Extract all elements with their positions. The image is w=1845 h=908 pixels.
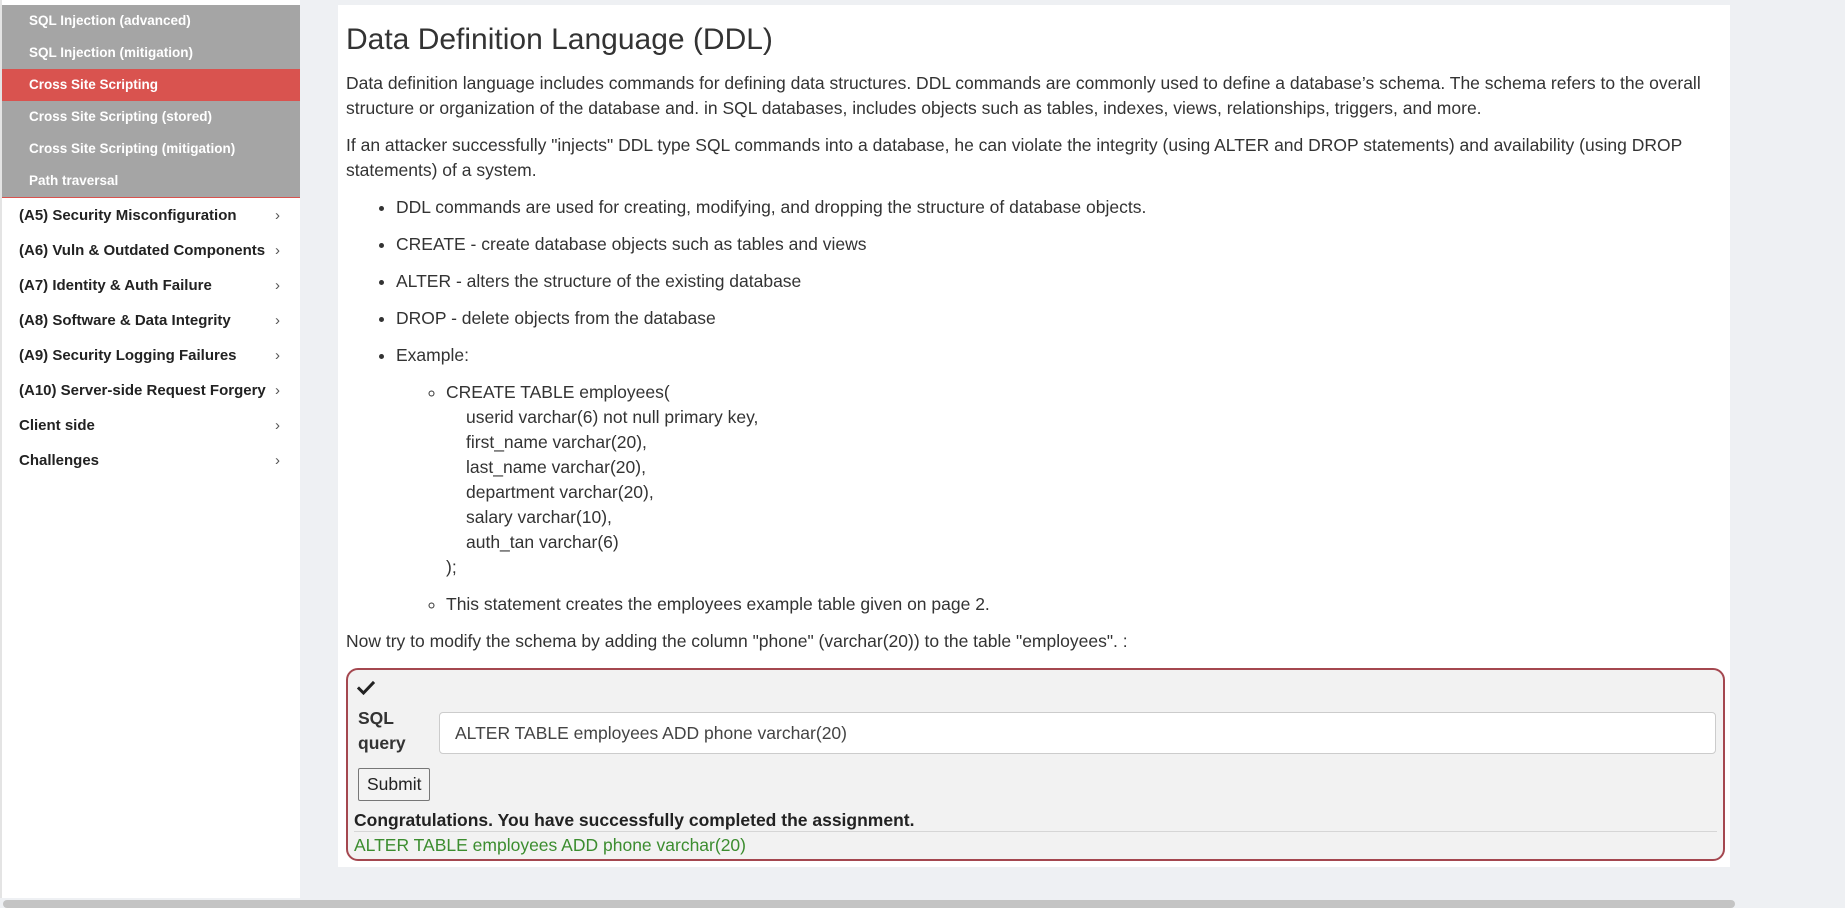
chevron-right-icon: › (275, 242, 280, 259)
sidebar-item-label: (A8) Software & Data Integrity (19, 312, 231, 329)
sidebar-item-a7-identity-auth-failure[interactable]: (A7) Identity & Auth Failure › (2, 268, 300, 303)
code-line: department varchar(20), (466, 482, 654, 502)
submenu-item-sql-injection-mitigation[interactable]: SQL Injection (mitigation) (2, 37, 300, 69)
assignment-form: SQL query Submit Congratulations. You ha… (346, 668, 1725, 861)
list-item: ALTER - alters the structure of the exis… (396, 269, 1722, 294)
submit-button[interactable]: Submit (358, 768, 431, 801)
sql-query-label: SQL query (358, 708, 406, 753)
divider (354, 831, 1717, 832)
feedback-message: Congratulations. You have successfully c… (354, 810, 915, 830)
sidebar-item-label: (A5) Security Misconfiguration (19, 207, 237, 224)
code-line: salary varchar(10), (466, 507, 612, 527)
sidebar-item-label: (A7) Identity & Auth Failure (19, 277, 212, 294)
ddl-bullet-list: DDL commands are used for creating, modi… (346, 195, 1722, 617)
code-line: first_name varchar(20), (466, 432, 647, 452)
code-line: ); (446, 557, 457, 577)
intro-paragraph: Data definition language includes comman… (346, 73, 1701, 118)
code-line: userid varchar(6) not null primary key, (466, 407, 759, 427)
chevron-right-icon: › (275, 277, 280, 294)
sidebar-item-challenges[interactable]: Challenges › (2, 443, 300, 478)
lesson-content: Data Definition Language (DDL) Data defi… (338, 5, 1730, 867)
code-line: CREATE TABLE employees( (446, 382, 670, 402)
list-item: DDL commands are used for creating, modi… (396, 195, 1722, 220)
sidebar-item-label: Client side (19, 417, 95, 434)
list-item: CREATE - create database objects such as… (396, 232, 1722, 257)
chevron-right-icon: › (275, 452, 280, 469)
submenu-item-path-traversal[interactable]: Path traversal (2, 165, 300, 197)
sidebar-item-a5-security-misconfiguration[interactable]: (A5) Security Misconfiguration › (2, 197, 300, 233)
chevron-right-icon: › (275, 207, 280, 224)
code-line: last_name varchar(20), (466, 457, 646, 477)
attack-paragraph: If an attacker successfully "injects" DD… (346, 135, 1682, 180)
sidebar-item-a6-vuln-outdated-components[interactable]: (A6) Vuln & Outdated Components › (2, 233, 300, 268)
sidebar: SQL Injection (advanced) SQL Injection (… (0, 0, 300, 898)
code-example: CREATE TABLE employees( userid varchar(6… (446, 380, 1722, 580)
submenu-item-cross-site-scripting-mitigation[interactable]: Cross Site Scripting (mitigation) (2, 133, 300, 165)
sidebar-item-a9-security-logging-failures[interactable]: (A9) Security Logging Failures › (2, 338, 300, 373)
assignment-instruction: Now try to modify the schema by adding t… (346, 631, 1128, 651)
sidebar-item-a10-server-side-request-forgery[interactable]: (A10) Server-side Request Forgery › (2, 373, 300, 408)
chevron-right-icon: › (275, 312, 280, 329)
submenu-item-cross-site-scripting-stored[interactable]: Cross Site Scripting (stored) (2, 101, 300, 133)
check-icon (357, 680, 375, 696)
list-item: Example: CREATE TABLE employees( userid … (396, 343, 1722, 617)
chevron-right-icon: › (275, 417, 280, 434)
example-sub-list: CREATE TABLE employees( userid varchar(6… (396, 380, 1722, 617)
code-line: auth_tan varchar(6) (466, 532, 619, 552)
sidebar-item-a8-software-data-integrity[interactable]: (A8) Software & Data Integrity › (2, 303, 300, 338)
example-note: This statement creates the employees exa… (446, 592, 1722, 617)
submenu-item-cross-site-scripting[interactable]: Cross Site Scripting (2, 69, 300, 101)
horizontal-scrollbar[interactable] (3, 900, 1735, 908)
lesson-submenu: SQL Injection (advanced) SQL Injection (… (2, 5, 300, 197)
sidebar-item-label: (A10) Server-side Request Forgery (19, 382, 266, 399)
sidebar-item-label: Challenges (19, 452, 100, 469)
example-label: Example: (396, 345, 469, 365)
sidebar-item-client-side[interactable]: Client side › (2, 408, 300, 443)
submenu-item-sql-injection-advanced[interactable]: SQL Injection (advanced) (2, 5, 300, 37)
chevron-right-icon: › (275, 347, 280, 364)
page-title: Data Definition Language (DDL) (346, 23, 773, 56)
query-output: ALTER TABLE employees ADD phone varchar(… (354, 835, 746, 855)
sidebar-item-label: (A6) Vuln & Outdated Components (19, 242, 266, 259)
sidebar-item-label: (A9) Security Logging Failures (19, 347, 237, 364)
chevron-right-icon: › (275, 382, 280, 399)
sql-query-input[interactable] (439, 712, 1716, 754)
list-item: DROP - delete objects from the database (396, 306, 1722, 331)
